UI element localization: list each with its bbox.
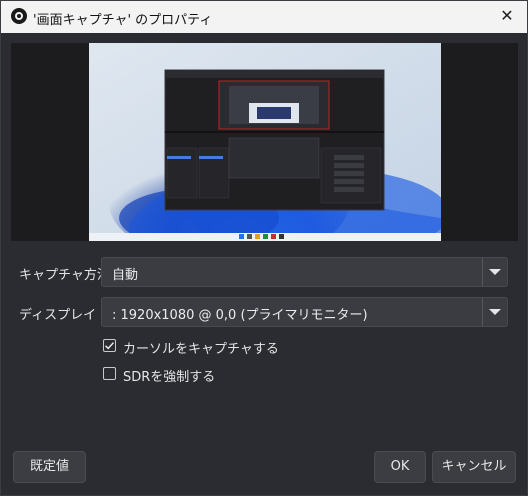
checkmark-icon: [104, 342, 115, 350]
capture-method-dropdown-button[interactable]: [482, 258, 507, 286]
capture-cursor-label: カーソルをキャプチャする: [123, 342, 279, 357]
display-label: ディスプレイ: [19, 308, 97, 323]
capture-method-label: キャプチャ方法: [19, 268, 110, 283]
display-dropdown-button[interactable]: [482, 298, 507, 326]
ok-button[interactable]: OK: [374, 451, 426, 483]
properties-window: '画面キャプチャ' のプロパティ ✕ キャプチャ方法 自動 ディスプレイ: 1…: [0, 0, 528, 496]
preview-area: [11, 43, 518, 241]
cancel-button[interactable]: キャンセル: [432, 451, 516, 483]
preview-image-icon: [89, 43, 441, 241]
capture-cursor-checkbox[interactable]: [103, 339, 116, 352]
obs-logo-icon: [11, 8, 27, 24]
force-sdr-label: SDRを強制する: [123, 370, 216, 385]
chevron-down-icon: [489, 269, 501, 275]
capture-method-select[interactable]: 自動: [101, 257, 508, 287]
force-sdr-checkbox[interactable]: [103, 367, 116, 380]
capture-cursor-row[interactable]: カーソルをキャプチャする: [103, 338, 303, 357]
display-select[interactable]: : 1920x1080 @ 0,0 (プライマリモニター): [101, 297, 508, 327]
capture-method-value: 自動: [112, 268, 139, 283]
display-preview: [89, 43, 441, 241]
force-sdr-row[interactable]: SDRを強制する: [103, 366, 303, 385]
chevron-down-icon: [489, 309, 501, 315]
close-button[interactable]: ✕: [497, 6, 517, 26]
title-bar: '画面キャプチャ' のプロパティ ✕: [1, 1, 527, 33]
defaults-button[interactable]: 既定値: [13, 451, 86, 483]
window-title: '画面キャプチャ' のプロパティ: [33, 13, 213, 28]
display-value: : 1920x1080 @ 0,0 (プライマリモニター): [112, 308, 368, 323]
